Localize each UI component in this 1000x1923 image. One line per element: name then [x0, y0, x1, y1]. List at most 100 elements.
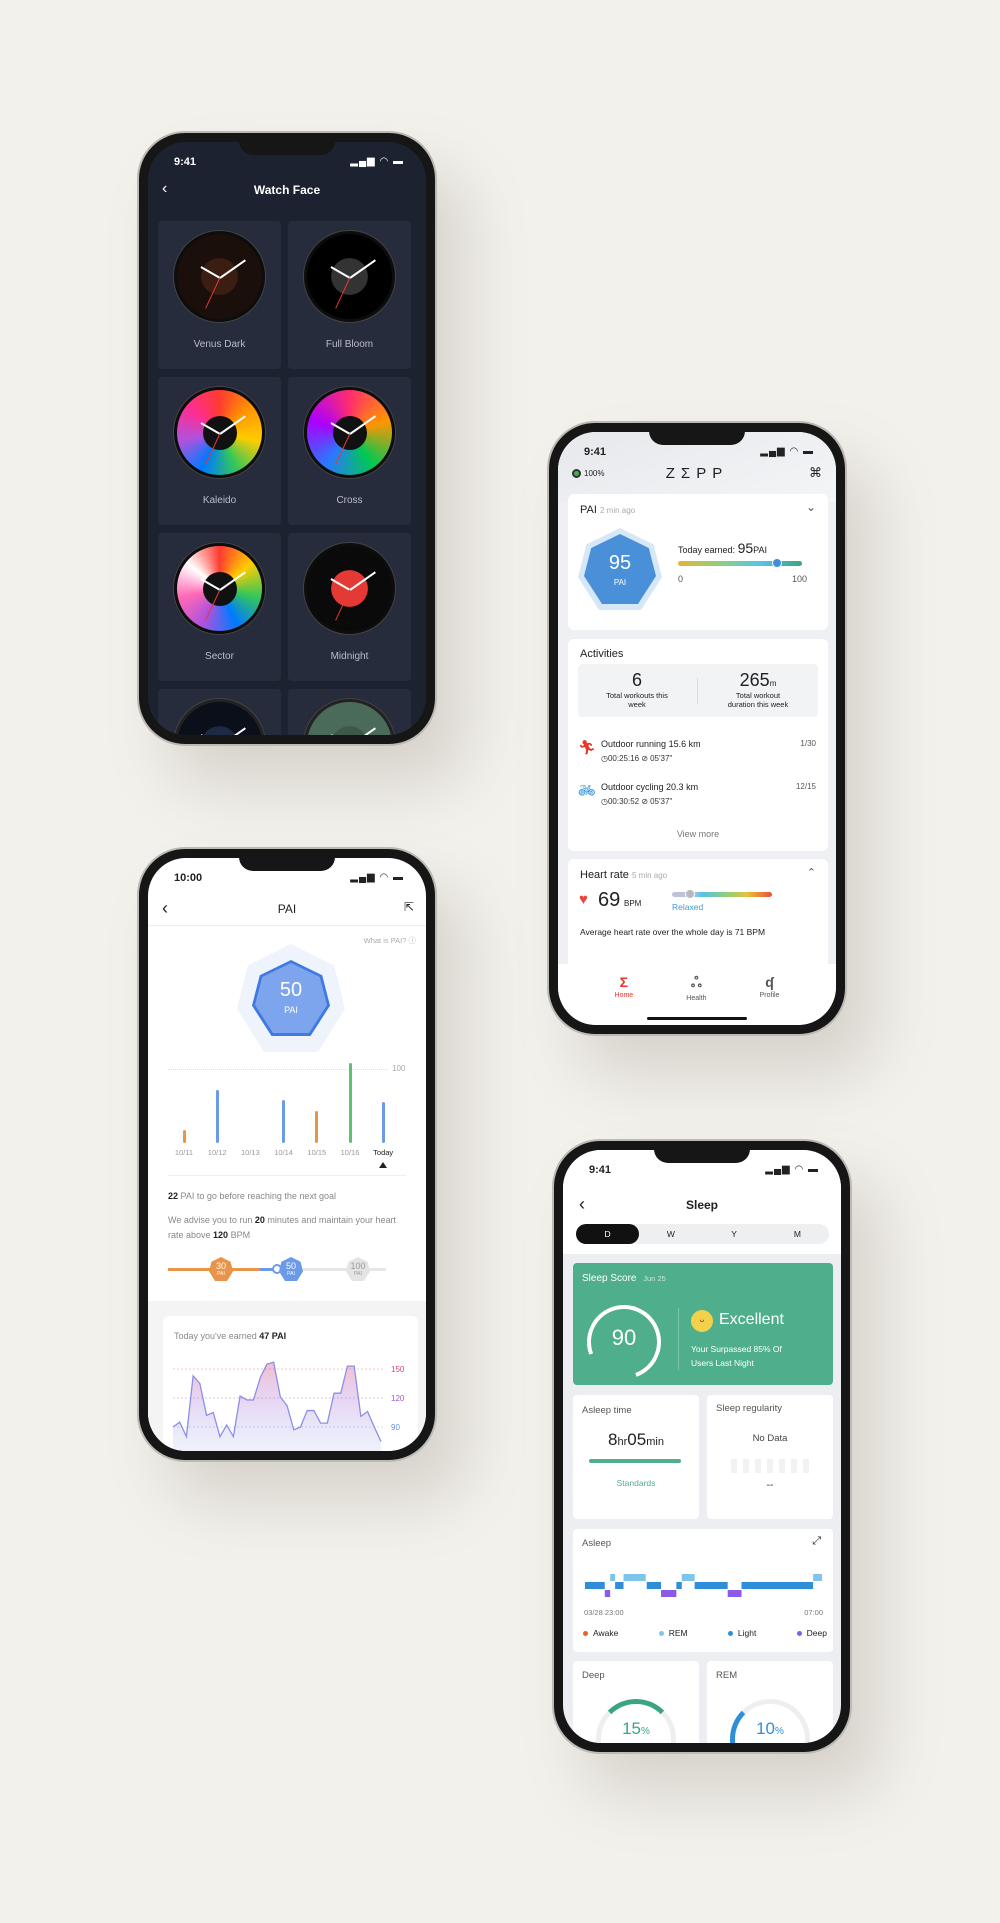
what-is-pai-text: What is PAI? [363, 936, 407, 945]
sleep-score-value: 90 [611, 1325, 637, 1350]
watch-face-preview [174, 543, 265, 634]
watch-face-card[interactable]: Full Bloom [288, 221, 411, 369]
pai-bar[interactable] [381, 1101, 385, 1143]
standards-link[interactable]: Standards [573, 1478, 699, 1488]
notch [649, 423, 745, 445]
heart-zone-knob [685, 889, 695, 899]
milestone-badge: 30 PAI [209, 1257, 233, 1281]
pai-bar[interactable] [315, 1111, 319, 1143]
activity-date: 1/30 [800, 739, 816, 748]
activity-row[interactable]: 🏃︎ Outdoor running 15.6 km 1/30 ◷00:25:16 ⊘… [568, 737, 828, 775]
watch-face-card[interactable] [158, 689, 281, 735]
status-time: 9:41 [589, 1164, 612, 1176]
rem-card[interactable]: REM 10% [707, 1661, 833, 1743]
view-more-link[interactable]: View more [568, 829, 828, 839]
legend-label: Awake [593, 1628, 619, 1638]
page-title: Watch Face [253, 183, 321, 197]
activity-distance: 15.6 km [668, 739, 701, 749]
status-icons: ▂▄▆ ◠ ▬ [765, 1164, 819, 1175]
period-tab-d[interactable]: D [576, 1224, 640, 1244]
tab-profile[interactable]: ʠ Profile [760, 964, 780, 1025]
tab-home[interactable]: Σ Home [615, 964, 634, 1025]
activities-title: Activities [580, 648, 624, 660]
heart-zone-label: Relaxed [672, 902, 704, 912]
today-earned-unit: PAI [753, 545, 767, 555]
activity-row[interactable]: 🚲︎ Outdoor cycling 20.3 km 12/15 ◷00:30:52 … [568, 780, 828, 818]
pai-screen: 10:00 ▂▄▆ ◠ ▬ ‹ PAI ⇱ What is PAI? ⓘ 50 … [148, 858, 426, 1451]
milestone-badge: 100 PAI [346, 1257, 370, 1281]
deep-card[interactable]: Deep 15% [573, 1661, 699, 1743]
status-icons: ▂▄▆ ◠ ▬ [760, 446, 814, 457]
heart-rate-unit: BPM [624, 899, 642, 908]
sleep-score-card[interactable]: Sleep Score Jun 25 90 ᵕ Excellent Your S… [573, 1263, 833, 1392]
pai-bar-label: Today [373, 1148, 394, 1157]
notch [239, 849, 335, 871]
progress-segment [294, 1268, 386, 1271]
duration-unit: m [769, 679, 777, 688]
period-tab-y[interactable]: Y [703, 1224, 766, 1244]
health-icon: ஃ [690, 974, 702, 990]
legend-item: Awake [583, 1628, 618, 1638]
asleep-chart-card: Asleep ⤢ 03/28 23:00 07:00 Awake REM Light… [573, 1529, 833, 1652]
pai-level-bar [678, 558, 802, 568]
regularity-title: Sleep regularity [716, 1403, 783, 1414]
regularity-value: -- [766, 1480, 774, 1491]
tab-label: Health [686, 995, 707, 1002]
period-tab-w[interactable]: W [639, 1224, 702, 1244]
sleep-screen: 9:41 ▂▄▆ ◠ ▬ ‹ Sleep DWYM Sleep Score Ju… [563, 1150, 841, 1743]
sleep-stage-light [646, 1582, 662, 1589]
chevron-down-icon[interactable]: ⌄ [806, 500, 816, 514]
pai-bar-label: 10/13 [241, 1148, 260, 1157]
watch-face-card[interactable]: Sector [158, 533, 281, 681]
legend-item: Light [727, 1628, 756, 1638]
watch-face-card[interactable]: Kaleido [158, 377, 281, 525]
hr-axis-label: 150 [391, 1365, 405, 1374]
activity-time: 00:25:16 [607, 754, 640, 763]
status-icons: ▂▄▆ ◠ ▬ [350, 872, 404, 883]
what-is-pai-link[interactable]: What is PAI? ⓘ [364, 935, 416, 946]
watch-face-name: Venus Dark [193, 339, 246, 350]
watch-face-card[interactable] [288, 689, 411, 735]
sleep-stage-deep [604, 1590, 611, 1597]
asleep-time-card[interactable]: Asleep time 8hr05min Standards [573, 1395, 699, 1519]
scale-min: 0 [678, 574, 684, 584]
goal-number: 22 [168, 1191, 179, 1201]
apps-icon[interactable]: ⌘ [809, 465, 822, 481]
activity-date: 12/15 [795, 782, 816, 791]
today-earned-value: 95 [737, 540, 754, 556]
legend-item: REM [658, 1628, 688, 1638]
pai-value: 95 [608, 552, 632, 574]
activity-name: Outdoor cycling [601, 782, 664, 792]
watch-face-grid: Venus Dark Full Bloom Kaleido Cross Sector Mi… [158, 221, 411, 735]
chart-end-time: 07:00 [804, 1608, 823, 1617]
watch-face-card[interactable]: Cross [288, 377, 411, 525]
status-time: 9:41 [584, 446, 607, 458]
pai-bar[interactable] [215, 1089, 219, 1143]
activity-time: 00:30:52 [607, 797, 640, 806]
pai-card[interactable]: PAI 2 min ago ⌄ 95 PAI Today earned: 95P… [568, 494, 828, 630]
pai-bar[interactable] [348, 1063, 352, 1143]
pai-bar[interactable] [182, 1129, 186, 1143]
pai-bar[interactable] [282, 1100, 286, 1143]
watch-face-preview [174, 387, 265, 478]
phone-pai: 10:00 ▂▄▆ ◠ ▬ ‹ PAI ⇱ What is PAI? ⓘ 50 … [137, 847, 437, 1462]
sleep-regularity-card[interactable]: Sleep regularity No Data -- [707, 1395, 833, 1519]
activity-name: Outdoor running [601, 739, 667, 749]
watch-face-card[interactable]: Midnight [288, 533, 411, 681]
sleep-comparison-text: Your Surpassed 85% Of Users Last Night [691, 1344, 782, 1368]
watch-face-card[interactable]: Venus Dark [158, 221, 281, 369]
watch-face-name: Sector [205, 651, 234, 662]
chevron-up-icon[interactable]: ⌃ [807, 866, 816, 879]
heart-rate-card[interactable]: Heart rate 5 min ago ⌃ ♥ 69 BPM Relaxed … [568, 859, 828, 979]
legend-dot [583, 1630, 588, 1636]
cycling-icon: 🚲︎ [578, 782, 596, 798]
share-icon[interactable]: ⇱ [404, 900, 414, 914]
legend-dot [658, 1630, 664, 1636]
heart-zone-bar [672, 889, 772, 899]
notch [654, 1141, 750, 1163]
period-tab-m[interactable]: M [766, 1224, 829, 1244]
tab-health[interactable]: ஃ Health [686, 964, 706, 1025]
duration-value: 265 [739, 670, 770, 690]
sleep-stage-light [615, 1582, 624, 1589]
zepp-logo: ZΣPP [665, 465, 729, 482]
